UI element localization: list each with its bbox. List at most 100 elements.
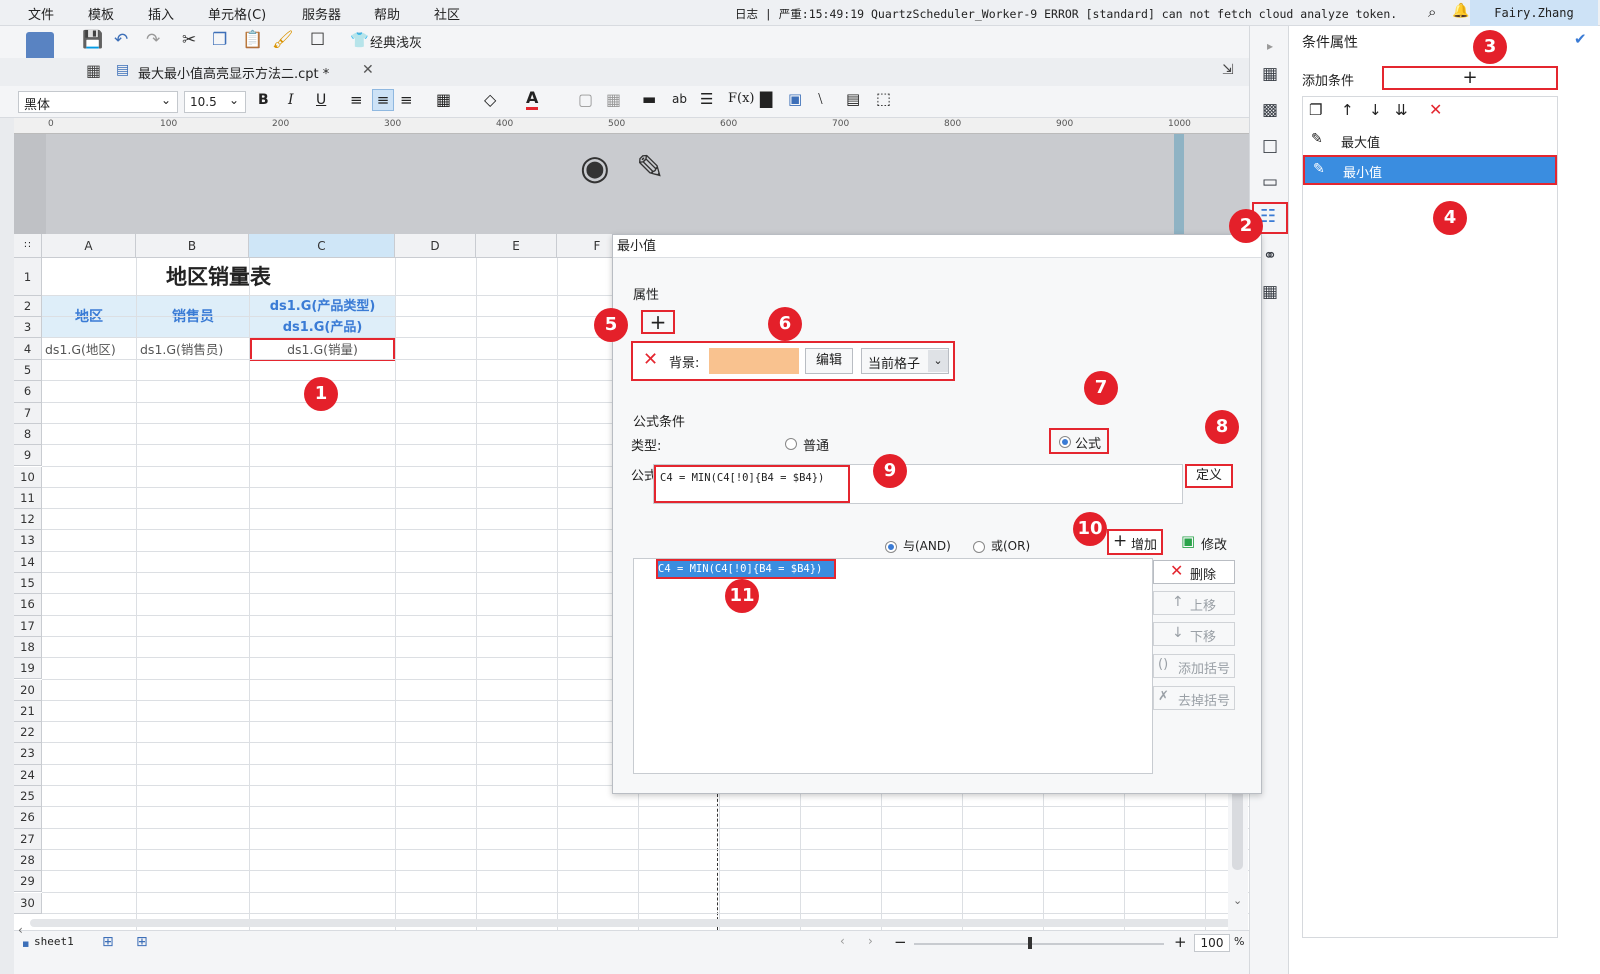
add-paren-button[interactable]: () 添加括号 [1153,654,1235,678]
widget-attr-icon[interactable]: □ [1258,134,1282,158]
theme-label[interactable]: 经典浅灰 [370,32,422,51]
row-header[interactable]: 10 [14,466,42,488]
image-icon[interactable]: ▣ [788,90,802,108]
font-color-icon[interactable]: A [526,89,539,110]
column-header-c[interactable]: C [249,234,395,258]
report-title-cell[interactable]: 地区销量表 [42,258,395,296]
preview-icon[interactable]: ☐ [310,30,325,50]
radio-and[interactable] [885,541,897,553]
background-color-swatch[interactable] [709,348,799,374]
row-header[interactable]: 4 [14,338,42,360]
next-icon[interactable]: › [868,934,873,948]
prev-icon[interactable]: ‹ [840,934,845,948]
move-down-button[interactable]: ↓ 下移 [1153,622,1235,646]
condition-list-item-selected[interactable]: C4 = MIN(C4[!0]{B4 = $B4}) [656,559,836,579]
row-header[interactable]: 24 [14,764,42,786]
delete-icon[interactable]: ✕ [1429,100,1442,119]
select-all-corner[interactable]: ∷ [14,234,42,258]
log-message[interactable]: 日志 | 严重:15:49:19 QuartzScheduler_Worker-… [735,6,1397,22]
row-header[interactable]: 30 [14,892,42,914]
remove-attribute-icon[interactable]: ✕ [643,349,658,370]
header-seller-cell[interactable]: 销售员 [137,296,249,338]
delete-button[interactable]: ✕ 删除 [1153,560,1235,584]
add-report-sheet-icon[interactable]: ⊞ [136,934,148,950]
condition-item-min-selected[interactable]: ✎ 最小值 [1303,155,1557,185]
check-icon[interactable]: ✔ [1574,30,1587,48]
collapse-arrow-icon[interactable]: ▸ [1258,34,1282,58]
subreport-icon[interactable]: ▤ [846,90,860,108]
sort-icon[interactable]: ⇊ [1395,101,1408,119]
row-header[interactable]: 23 [14,743,42,765]
header-product-type-cell[interactable]: ds1.G(产品类型) [250,296,395,317]
cell-style-icon[interactable]: ▩ [1258,98,1282,122]
zoom-slider[interactable] [914,943,1164,945]
radio-formula-group[interactable]: 公式 [1049,428,1109,454]
element-attr-icon[interactable]: ▭ [1258,170,1282,194]
remove-paren-button[interactable]: ✗ 去掉括号 [1153,686,1235,710]
text-icon[interactable]: ab [672,92,687,106]
copy-icon[interactable]: ❐ [212,30,227,50]
bell-icon[interactable]: 🔔 [1452,3,1469,19]
row-header[interactable]: 8 [14,423,42,446]
sheet-tab[interactable]: sheet1 [34,935,74,948]
border-icon[interactable]: ▦ [436,90,451,109]
define-button[interactable]: 定义 [1185,464,1233,488]
bold-icon[interactable]: B [258,92,269,108]
row-header[interactable]: 22 [14,722,42,744]
slash-icon[interactable]: ⧵ [818,90,823,108]
row-header[interactable]: 28 [14,849,42,872]
row-header[interactable]: 12 [14,509,42,531]
add-attribute-button[interactable]: + [641,310,675,334]
add-sheet-icon[interactable]: ⊞ [102,934,114,950]
cell-attr-icon[interactable]: ▦ [1258,62,1282,86]
cell-c4-selected[interactable]: ds1.G(销量) [250,338,395,361]
menu-template[interactable]: 模板 [88,4,114,23]
user-name[interactable]: Fairy.Zhang [1470,0,1598,26]
edit-button[interactable]: 编辑 [805,348,853,374]
row-header[interactable]: 19 [14,658,42,680]
tab-template[interactable]: ▤ 最大最小值高亮显示方法二.cpt * ✕ [110,60,378,84]
condition-list[interactable]: C4 = MIN(C4[!0]{B4 = $B4}) [633,558,1153,774]
row-header[interactable]: 25 [14,786,42,808]
cell-b4[interactable]: ds1.G(销售员) [137,339,249,360]
menu-cell[interactable]: 单元格(C) [208,4,266,23]
modify-button[interactable]: ▣ 修改 [1181,531,1237,555]
save-icon[interactable]: 💾 [82,30,103,50]
grid-icon[interactable]: ▦ [86,61,101,80]
arrow-down-icon[interactable]: ↓ [1369,101,1382,119]
radio-normal[interactable] [785,438,797,450]
arrow-up-icon[interactable]: ↑ [1341,101,1354,119]
radio-or[interactable] [973,541,985,553]
row-header[interactable]: 5 [14,360,42,382]
add-button[interactable]: + 增加 [1107,529,1163,555]
horizontal-scrollbar[interactable] [30,919,1240,927]
row-header[interactable]: 26 [14,807,42,829]
merge-icon[interactable]: ▢ [578,90,593,109]
menu-help[interactable]: 帮助 [374,4,400,23]
copy-icon[interactable]: ❐ [1309,101,1322,119]
cut-icon[interactable]: ✂ [182,30,196,50]
expand-icon[interactable]: ⇲ [1222,62,1234,78]
formula-icon[interactable]: F(x) [728,91,755,106]
fill-color-icon[interactable]: ◇ [484,90,496,109]
zoom-out-icon[interactable]: − [894,933,907,951]
font-family-select[interactable]: 黑体 ⌄ [18,91,178,113]
format-painter-icon[interactable]: 🖌 [272,30,294,50]
underline-icon[interactable]: U [316,92,326,108]
split-icon[interactable]: ▦ [606,90,621,109]
zoom-in-icon[interactable]: + [1174,933,1187,951]
scope-select[interactable]: 当前格子 ⌄ [861,348,949,374]
row-header[interactable]: 16 [14,594,42,616]
menu-insert[interactable]: 插入 [148,4,174,23]
radio-formula[interactable] [1059,436,1071,448]
row-header[interactable]: 21 [14,700,42,723]
row-header[interactable]: 15 [14,573,42,595]
menu-community[interactable]: 社区 [434,4,460,23]
align-right-icon[interactable]: ≡ [400,91,413,109]
close-icon[interactable]: ✕ [362,62,374,78]
column-header-b[interactable]: B [136,234,249,258]
header-product-cell[interactable]: ds1.G(产品) [250,317,395,338]
row-header[interactable]: 6 [14,381,42,403]
row-header[interactable]: 29 [14,871,42,893]
row-header[interactable]: 27 [14,828,42,850]
